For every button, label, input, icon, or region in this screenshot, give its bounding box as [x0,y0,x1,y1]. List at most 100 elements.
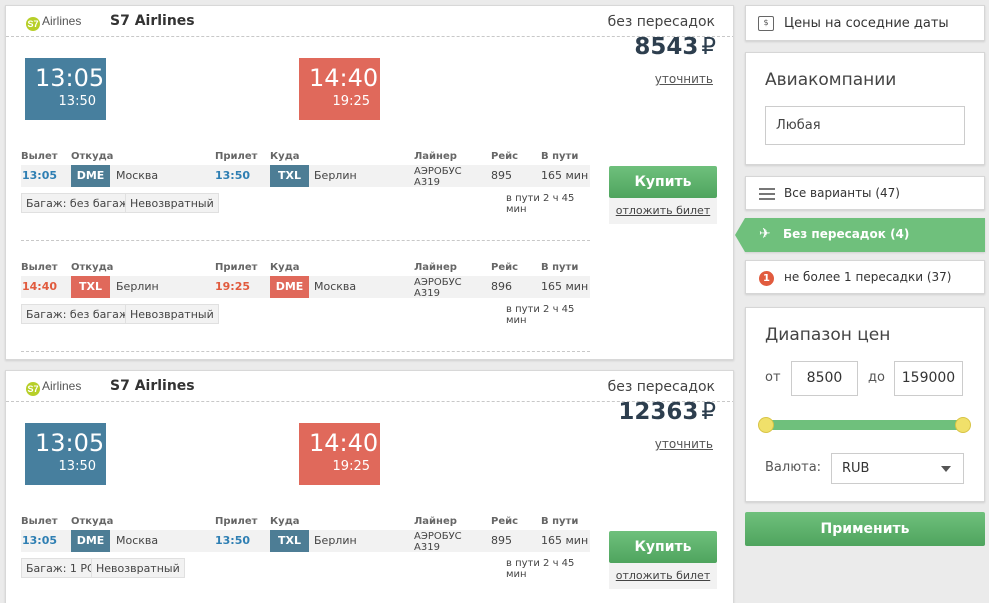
en-route-time: в пути 2 ч 45 мин [506,193,575,215]
airlines-title: Авиакомпании [765,70,897,90]
logo-text: Airlines [42,14,82,28]
price-slider-max-handle[interactable] [955,417,971,433]
fare-tag: Невозвратный [91,558,185,578]
card-header: S7 Airlines S7 Airlines без пересадок [6,371,733,402]
from-airport-code: TXL [71,276,110,298]
price-value: 8543 [634,34,699,60]
price-slider-track[interactable] [766,420,964,430]
header-arrival: Прилет [215,516,258,527]
price-from-label: от [765,370,781,385]
departure-time-box: 13:05 13:50 [25,423,106,485]
apply-button[interactable]: Применить [745,512,985,546]
aircraft-maker: АЭРОБУС [414,531,462,542]
airline-select[interactable]: Любая [765,106,965,145]
postpone-ticket-label: отложить билет [615,204,711,217]
price-to-label: до [868,370,885,385]
header-arrival: Прилет [215,151,258,162]
segment-arrival-time: 13:50 [215,169,251,182]
currency-select[interactable]: RUB [831,453,964,484]
fare-tag: Невозвратный [125,304,219,324]
price: 8543 ₽ [634,34,716,60]
header-duration: В пути [541,262,579,273]
price-currency: ₽ [701,34,716,60]
aircraft-maker: АЭРОБУС [414,166,462,177]
return-departure-time: 14:40 [309,64,379,92]
flight-number: 896 [491,280,512,293]
header-duration: В пути [541,516,579,527]
price-from-input[interactable]: 8500 [791,361,858,396]
flight-segment: Вылет Откуда Прилет Куда Лайнер Рейс В п… [21,151,590,241]
s7-logo-icon: S7 [26,17,40,31]
header-from: Откуда [71,262,114,273]
clarify-link[interactable]: уточнить [655,72,713,86]
header-departure: Вылет [21,262,58,273]
flight-number: 895 [491,169,512,182]
header-flight: Рейс [491,151,519,162]
currency-label: Валюта: [765,460,822,475]
buy-button[interactable]: Купить [609,166,717,198]
header-from: Откуда [71,516,114,527]
price-currency: ₽ [701,399,716,425]
buy-button[interactable]: Купить [609,531,717,563]
nearby-dates-button[interactable]: $ Цены на соседние даты [745,5,985,41]
flight-segment: Вылет Откуда Прилет Куда Лайнер Рейс В п… [21,262,590,352]
departure-time: 13:05 [35,429,105,457]
filter-all-variants[interactable]: Все варианты (47) [745,176,985,210]
baggage-tag: Багаж: без багажа [21,193,141,213]
from-city: Берлин [116,280,159,293]
calendar-price-icon: $ [758,16,774,31]
airlines-filter-panel: Авиакомпании Любая [745,52,985,165]
return-departure-time: 14:40 [309,429,379,457]
header-liner: Лайнер [414,151,457,162]
departure-time-box: 13:05 13:50 [25,58,106,120]
airline-logo: S7 Airlines [26,14,81,31]
header-to: Куда [270,151,300,162]
aircraft-maker: АЭРОБУС [414,277,462,288]
header-to: Куда [270,516,300,527]
to-airport-code: DME [270,276,309,298]
header-flight: Рейс [491,262,519,273]
fare-tag: Невозвратный [125,193,219,213]
price-slider-min-handle[interactable] [758,417,774,433]
aircraft-model: A319 [414,542,440,553]
return-arrival-time: 19:25 [332,94,370,109]
filter-one-stop[interactable]: 1 не более 1 пересадки (37) [745,260,985,294]
departure-arrival-time: 13:50 [58,94,96,109]
plane-icon: ✈ [759,226,771,242]
postpone-ticket-label: отложить билет [615,569,711,582]
return-arrival-time: 19:25 [332,459,370,474]
header-liner: Лайнер [414,516,457,527]
baggage-tag: Багаж: без багажа [21,304,141,324]
stops-label: без пересадок [607,379,715,395]
to-city: Берлин [314,169,357,182]
to-airport-code: TXL [270,530,309,552]
filter-direct-flights[interactable]: ✈ Без пересадок (4) [735,218,985,252]
filter-all-label: Все варианты (47) [784,186,900,200]
stops-label: без пересадок [607,14,715,30]
header-from: Откуда [71,151,114,162]
header-departure: Вылет [21,516,58,527]
to-city: Москва [314,280,357,293]
postpone-ticket-button[interactable]: отложить билет [609,563,717,589]
nearby-dates-label: Цены на соседние даты [784,16,949,31]
airline-name: S7 Airlines [110,378,195,394]
airline-logo: S7 Airlines [26,379,81,396]
price-value: 12363 [618,399,699,425]
clarify-link[interactable]: уточнить [655,437,713,451]
price-range-title: Диапазон цен [765,325,891,345]
price-to-input[interactable]: 159000 [894,361,963,396]
segment-departure-time: 13:05 [22,534,58,547]
header-to: Куда [270,262,300,273]
flight-duration: 165 мин [541,534,589,547]
postpone-ticket-button[interactable]: отложить билет [609,198,717,224]
header-liner: Лайнер [414,262,457,273]
card-header: S7 Airlines S7 Airlines без пересадок [6,6,733,37]
flight-duration: 165 мин [541,280,589,293]
currency-value: RUB [842,461,870,476]
filter-one-stop-label: не более 1 пересадки (37) [784,270,952,284]
one-stop-badge: 1 [759,271,774,286]
chevron-down-icon [941,466,951,472]
en-route-time: в пути 2 ч 45 мин [506,304,575,326]
segment-arrival-time: 19:25 [215,280,251,293]
flight-duration: 165 мин [541,169,589,182]
